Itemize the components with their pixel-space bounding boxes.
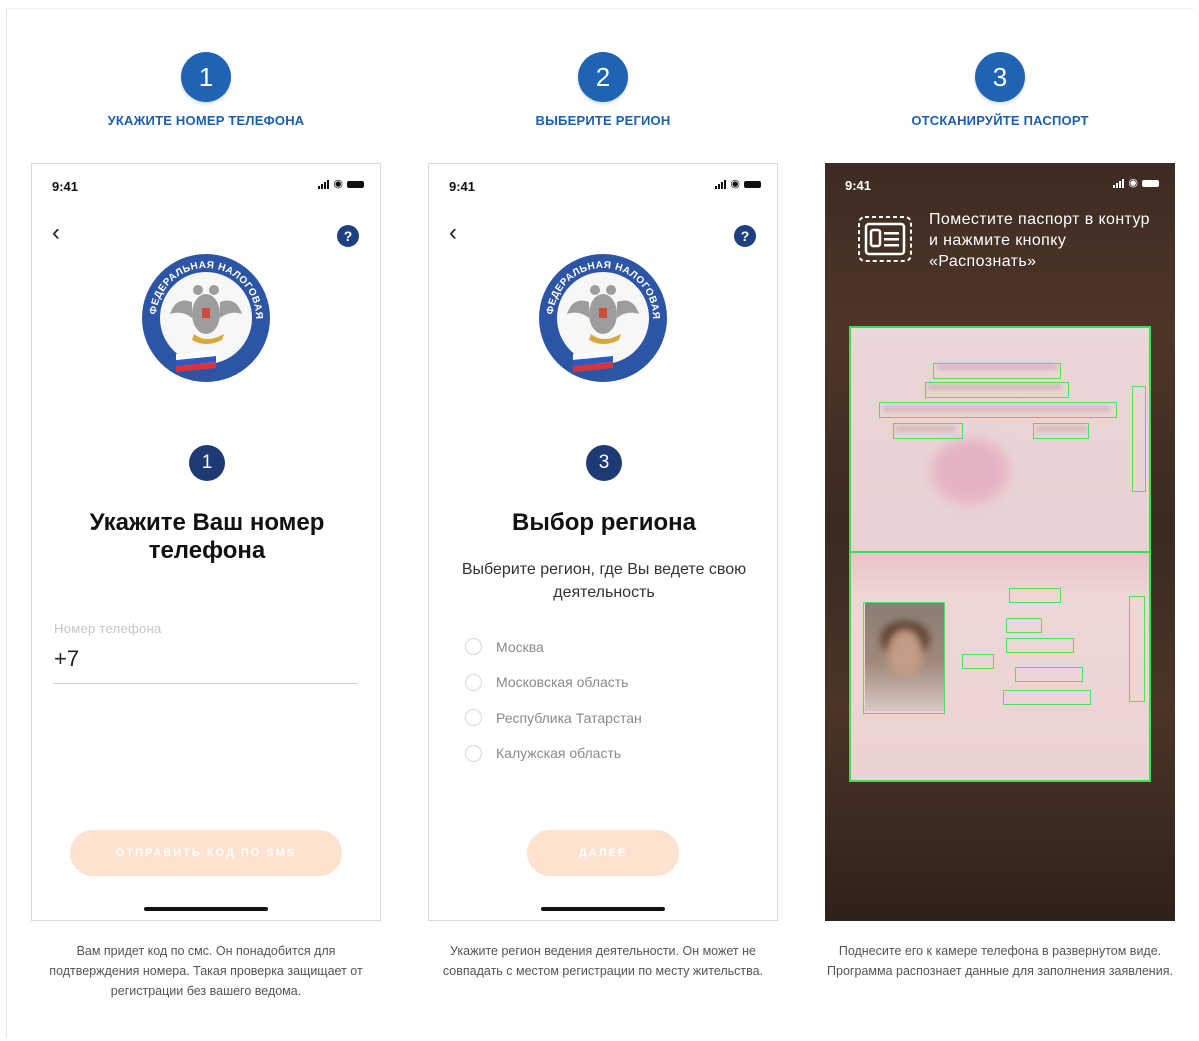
- home-indicator: [541, 907, 665, 911]
- wifi-icon: ◉: [730, 178, 740, 190]
- status-time: 9:41: [52, 179, 79, 194]
- step-number-circle: 3: [975, 52, 1025, 102]
- phone-field-label: Номер телефона: [54, 621, 162, 636]
- step-caption: Вам придет код по смс. Он понадобится дл…: [49, 944, 363, 998]
- scan-frame: [849, 326, 1151, 782]
- radio-button[interactable]: [465, 638, 482, 656]
- signal-icon: [1113, 179, 1125, 188]
- step-number-circle: 2: [578, 52, 628, 102]
- wifi-icon: ◉: [1128, 177, 1138, 189]
- step-number-circle: 1: [181, 52, 231, 102]
- step-badge: 1: [189, 445, 225, 481]
- phone-input[interactable]: +7: [54, 646, 79, 672]
- home-indicator: [144, 907, 268, 911]
- step-column-passport: 3 ОТСКАНИРУЙТЕ ПАСПОРТ 9:41 ◉ Поместите …: [825, 0, 1175, 1041]
- region-label: Московская область: [496, 674, 629, 691]
- status-icons: ◉: [318, 178, 364, 190]
- radio-button[interactable]: [465, 673, 482, 691]
- radio-button[interactable]: [465, 709, 482, 727]
- region-list: Москва Московская область Республика Тат…: [465, 629, 642, 771]
- region-option[interactable]: Калужская область: [465, 736, 642, 772]
- scan-instruction: Поместите паспорт в контур и нажмите кно…: [929, 211, 1150, 270]
- region-label: Калужская область: [496, 745, 622, 762]
- battery-icon: [1142, 180, 1159, 187]
- battery-icon: [744, 181, 761, 188]
- fns-emblem-logo: ФЕДЕРАЛЬНАЯ НАЛОГОВАЯ СЛУЖБА: [537, 252, 667, 382]
- status-icons: ◉: [1113, 177, 1159, 189]
- step-column-region: 2 ВЫБЕРИТЕ РЕГИОН 9:41 ◉ ‹ ? ФЕДЕРАЛЬНАЯ…: [428, 0, 778, 1041]
- phone-input-underline: [54, 683, 358, 684]
- screen-subheading: Выберите регион, где Вы ведете свою деят…: [461, 561, 747, 601]
- region-option[interactable]: Республика Татарстан: [465, 700, 642, 736]
- passport-preview: [849, 326, 1151, 782]
- region-option[interactable]: Московская область: [465, 665, 642, 701]
- status-time: 9:41: [845, 178, 872, 193]
- fns-emblem-logo: ФЕДЕРАЛЬНАЯ НАЛОГОВАЯ СЛУЖБА: [140, 252, 270, 382]
- status-time: 9:41: [449, 179, 476, 194]
- next-button[interactable]: ДАЛЕЕ: [527, 830, 679, 876]
- screen-heading: Выбор региона: [512, 509, 696, 536]
- step-title: УКАЖИТЕ НОМЕР ТЕЛЕФОНА: [107, 113, 305, 128]
- signal-icon: [715, 180, 727, 189]
- region-label: Республика Татарстан: [496, 709, 642, 726]
- battery-icon: [347, 181, 364, 188]
- step-caption: Укажите регион ведения деятельности. Он …: [442, 944, 764, 978]
- wifi-icon: ◉: [333, 178, 343, 190]
- chevron-left-icon[interactable]: ‹: [449, 221, 457, 245]
- phone-screen: 9:41 ◉ ‹ ? ФЕДЕРАЛЬНАЯ НАЛОГОВАЯ СЛУЖБА: [428, 163, 778, 921]
- question-icon[interactable]: ?: [337, 225, 359, 247]
- screen-heading: Укажите Ваш номер телефона: [89, 509, 325, 564]
- phone-screen: 9:41 ◉ ‹ ? ФЕДЕРАЛЬНАЯ НАЛОГОВАЯ СЛУЖБА: [31, 163, 381, 921]
- status-icons: ◉: [715, 178, 761, 190]
- region-label: Москва: [496, 638, 544, 655]
- step-badge: 3: [586, 445, 622, 481]
- radio-button[interactable]: [465, 744, 482, 762]
- step-title: ОТСКАНИРУЙТЕ ПАСПОРТ: [911, 113, 1089, 128]
- step-column-phone: 1 УКАЖИТЕ НОМЕР ТЕЛЕФОНА 9:41 ◉ ‹ ? ФЕДЕ…: [31, 0, 381, 1041]
- send-sms-button[interactable]: ОТПРАВИТЬ КОД ПО SMS: [70, 830, 342, 876]
- region-option[interactable]: Москва: [465, 629, 642, 665]
- camera-screen: 9:41 ◉ Поместите паспорт в контур и нажм…: [825, 163, 1175, 921]
- signal-icon: [318, 180, 330, 189]
- chevron-left-icon[interactable]: ‹: [52, 221, 60, 245]
- question-icon[interactable]: ?: [734, 225, 756, 247]
- passport-scan-icon: [858, 216, 912, 262]
- frame-left-border: [6, 8, 7, 1038]
- step-title: ВЫБЕРИТЕ РЕГИОН: [535, 113, 671, 128]
- step-caption: Поднесите его к камере телефона в развер…: [827, 944, 1173, 978]
